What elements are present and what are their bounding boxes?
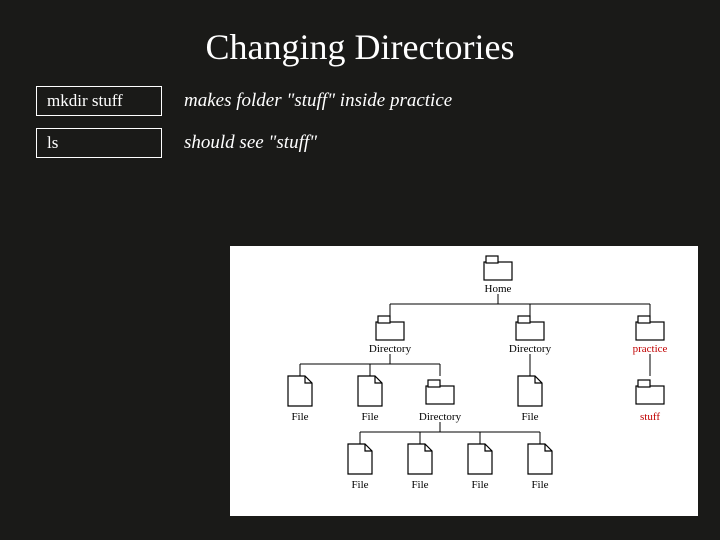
node-label: Directory — [419, 411, 462, 423]
node-label: Home — [485, 283, 512, 295]
node-label: File — [351, 479, 368, 491]
command-row: mkdir stuff makes folder "stuff" inside … — [36, 86, 684, 116]
file-icon — [468, 444, 492, 474]
command-description: should see "stuff" — [184, 132, 317, 154]
folder-icon — [636, 380, 664, 404]
node-label-stuff: stuff — [640, 411, 660, 423]
node-label: Directory — [509, 343, 552, 355]
node-label: File — [361, 411, 378, 423]
file-icon — [518, 376, 542, 406]
command-list: mkdir stuff makes folder "stuff" inside … — [0, 68, 720, 158]
command-row: ls should see "stuff" — [36, 128, 684, 158]
file-icon — [358, 376, 382, 406]
file-icon — [288, 376, 312, 406]
command-box: mkdir stuff — [36, 86, 162, 116]
directory-tree-diagram: Home Directory Directory practice File F… — [230, 246, 698, 516]
folder-icon — [636, 316, 664, 340]
command-box: ls — [36, 128, 162, 158]
folder-icon — [426, 380, 454, 404]
node-label: Directory — [369, 343, 412, 355]
command-description: makes folder "stuff" inside practice — [184, 90, 452, 112]
node-label: File — [531, 479, 548, 491]
folder-icon — [484, 256, 512, 280]
node-label: File — [291, 411, 308, 423]
node-label-practice: practice — [633, 343, 668, 355]
node-label: File — [521, 411, 538, 423]
file-icon — [408, 444, 432, 474]
folder-icon — [376, 316, 404, 340]
page-title: Changing Directories — [0, 0, 720, 68]
node-label: File — [411, 479, 428, 491]
file-icon — [348, 444, 372, 474]
node-label: File — [471, 479, 488, 491]
folder-icon — [516, 316, 544, 340]
file-icon — [528, 444, 552, 474]
